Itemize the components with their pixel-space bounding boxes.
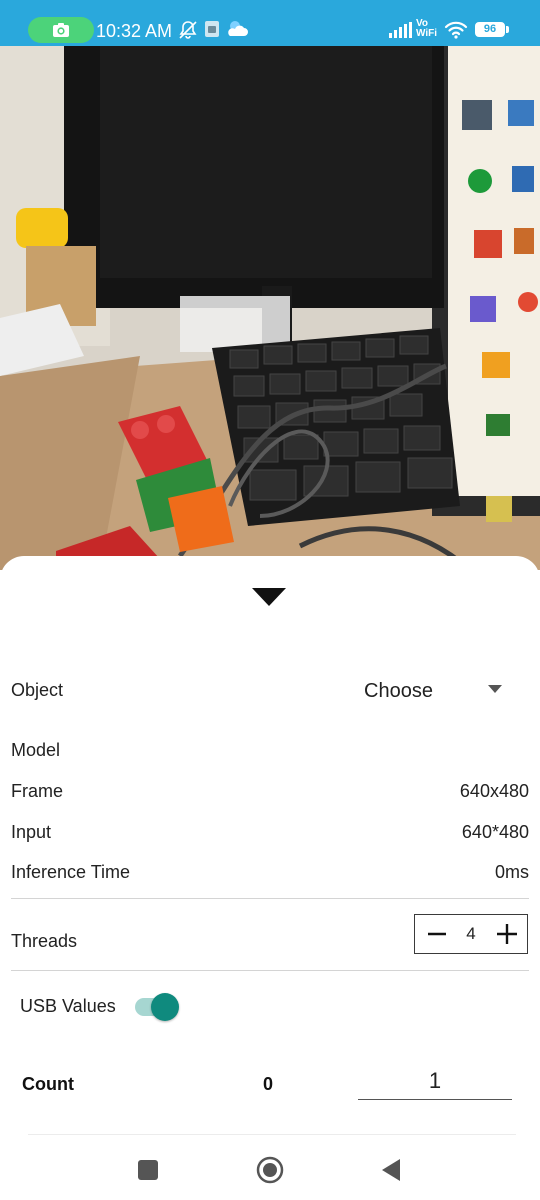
signal-icon <box>389 22 412 38</box>
camera-icon <box>53 23 69 37</box>
minus-icon <box>428 932 446 936</box>
mute-notification-icon <box>179 21 197 39</box>
caret-down-icon[interactable] <box>252 588 286 606</box>
sim-icon <box>205 21 219 37</box>
input-value: 640*480 <box>461 822 529 842</box>
divider <box>11 970 529 971</box>
status-bar: 10:32 AM Vo WiFi 96 <box>0 0 540 46</box>
object-label: Object <box>11 680 64 700</box>
inference-time-label: Inference Time <box>11 862 131 882</box>
frame-label: Frame <box>11 781 64 801</box>
inference-time-value: 0ms <box>494 862 529 882</box>
battery-icon: 96 <box>475 22 505 37</box>
vowifi-line2: WiFi <box>416 28 438 39</box>
clock: 10:32 AM <box>96 21 173 41</box>
input-label: Input <box>11 822 52 842</box>
dropdown-arrow-icon[interactable] <box>488 685 502 693</box>
camera-preview[interactable] <box>0 46 540 570</box>
threads-decrement-button[interactable] <box>419 915 455 953</box>
camera-preview-image <box>0 46 540 570</box>
home-circle-icon <box>256 1156 284 1184</box>
count-label: Count <box>22 1074 74 1094</box>
usb-values-switch-thumb[interactable] <box>151 993 179 1021</box>
threads-stepper: 4 <box>414 914 528 954</box>
back-triangle-icon <box>382 1159 400 1181</box>
back-button[interactable] <box>376 1154 408 1186</box>
threads-label: Threads <box>11 931 78 951</box>
frame-value: 640x480 <box>459 781 529 801</box>
count-input[interactable]: 1 <box>358 1066 512 1100</box>
recents-button[interactable] <box>132 1154 164 1186</box>
home-button[interactable] <box>254 1154 286 1186</box>
object-spinner-value: Choose <box>364 680 433 702</box>
navigation-bar <box>0 1140 540 1200</box>
threads-increment-button[interactable] <box>489 915 525 953</box>
usb-values-label: USB Values <box>20 996 116 1016</box>
wifi-icon <box>444 21 468 39</box>
divider <box>11 898 529 899</box>
weather-icon <box>228 21 248 36</box>
plus-icon <box>497 924 517 944</box>
camera-indicator <box>28 17 94 43</box>
threads-value: 4 <box>466 924 476 943</box>
divider <box>28 1134 516 1135</box>
model-label: Model <box>11 740 61 760</box>
vowifi-label: Vo WiFi <box>416 19 437 39</box>
count-value: 0 <box>263 1074 274 1094</box>
recents-square-icon <box>138 1160 158 1180</box>
bottom-sheet: Object Choose Model Frame 640x480 Input … <box>0 556 540 1200</box>
battery-tip <box>506 26 509 33</box>
